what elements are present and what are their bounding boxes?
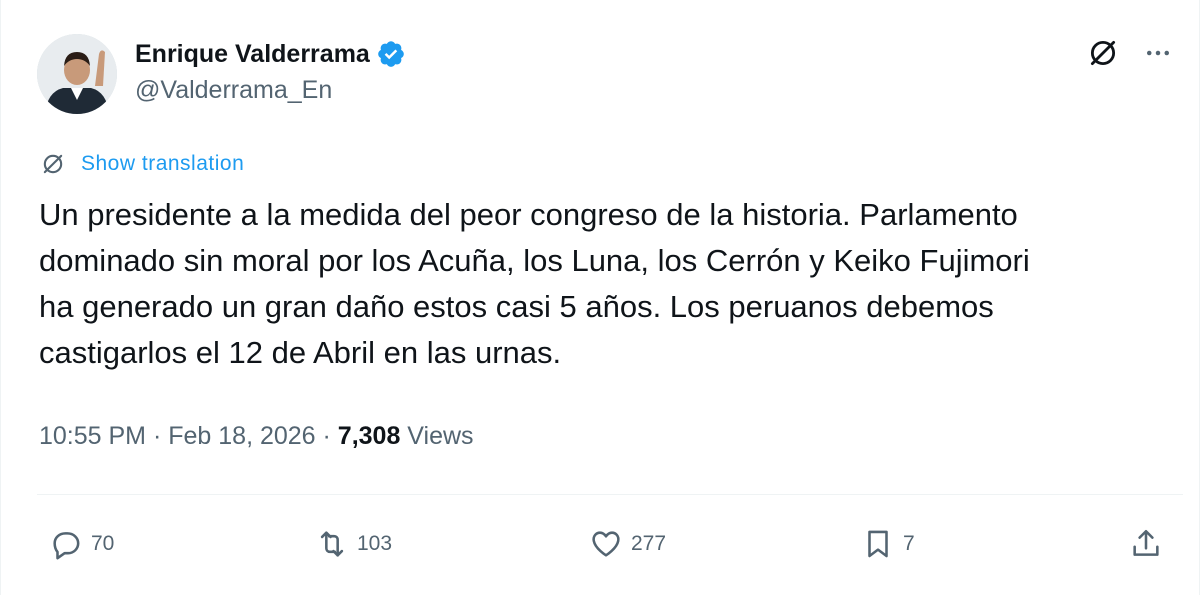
like-count: 277 (631, 532, 667, 555)
tweet-meta: 10:55 PM · Feb 18, 2026 · 7,308 Views (39, 422, 474, 451)
views-count[interactable]: 7,308 (338, 422, 401, 451)
bookmark-button[interactable]: 7 (861, 524, 915, 564)
heart-icon (592, 531, 620, 557)
meta-separator: · (315, 422, 338, 450)
bookmark-icon (868, 530, 888, 558)
avatar-image (37, 34, 117, 114)
grok-button[interactable] (1084, 34, 1122, 72)
repost-button[interactable]: 103 (315, 524, 392, 564)
grok-icon (1090, 40, 1116, 66)
meta-separator: · (146, 422, 169, 450)
author-name[interactable]: Enrique Valderrama (135, 40, 370, 69)
avatar[interactable] (37, 34, 117, 114)
grok-icon (39, 150, 67, 178)
tweet-text: Un presidente a la medida del peor congr… (39, 197, 1030, 370)
share-button[interactable] (1129, 524, 1163, 564)
reply-icon (53, 532, 80, 560)
like-button[interactable]: 277 (589, 524, 666, 564)
repost-icon (320, 531, 344, 557)
views-label: Views (400, 422, 474, 450)
share-icon (1133, 529, 1159, 556)
author-handle[interactable]: @Valderrama_En (135, 76, 332, 105)
verified-badge-icon[interactable] (376, 39, 406, 69)
bookmark-count: 7 (903, 532, 915, 555)
divider (37, 494, 1183, 495)
action-bar: 70 103 277 7 (1, 524, 1200, 564)
show-translation[interactable]: Show translation (39, 150, 244, 178)
more-icon (1147, 50, 1169, 56)
author-name-row: Enrique Valderrama (135, 34, 406, 74)
tweet-time[interactable]: 10:55 PM (39, 422, 146, 451)
reply-count: 70 (91, 532, 115, 555)
tweet-date[interactable]: Feb 18, 2026 (168, 422, 315, 451)
more-button[interactable] (1139, 34, 1177, 72)
tweet-card: Enrique Valderrama @Valderrama_En Show t… (0, 0, 1200, 595)
reply-button[interactable]: 70 (49, 524, 114, 564)
repost-count: 103 (357, 532, 393, 555)
show-translation-link[interactable]: Show translation (81, 152, 244, 176)
